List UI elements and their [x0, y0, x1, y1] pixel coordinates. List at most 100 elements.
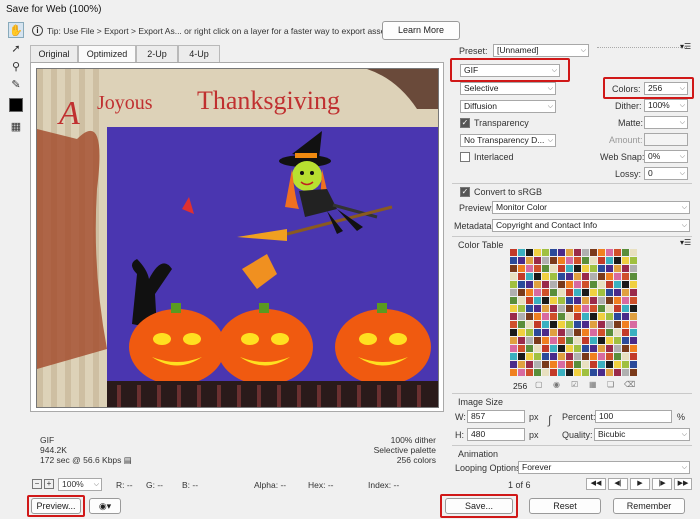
- color-swatch[interactable]: [582, 273, 589, 280]
- color-swatch[interactable]: [606, 257, 613, 264]
- color-swatch[interactable]: [550, 345, 557, 352]
- looping-select[interactable]: Forever: [518, 461, 690, 474]
- color-swatch[interactable]: [534, 265, 541, 272]
- color-swatch[interactable]: [534, 329, 541, 336]
- color-swatch[interactable]: [606, 329, 613, 336]
- lock-color-icon[interactable]: ☑: [571, 380, 578, 389]
- color-swatch[interactable]: [534, 361, 541, 368]
- color-swatch[interactable]: [598, 361, 605, 368]
- transparency-dither-select[interactable]: No Transparency D...: [460, 134, 556, 147]
- color-swatch[interactable]: [518, 305, 525, 312]
- color-swatch[interactable]: [622, 273, 629, 280]
- color-swatch[interactable]: [598, 329, 605, 336]
- color-swatch[interactable]: [510, 345, 517, 352]
- color-swatch[interactable]: [630, 273, 637, 280]
- color-swatch[interactable]: [598, 353, 605, 360]
- color-swatch[interactable]: [582, 297, 589, 304]
- color-swatch[interactable]: [542, 321, 549, 328]
- color-swatch[interactable]: [550, 281, 557, 288]
- constrain-link-icon[interactable]: ∫: [548, 413, 551, 427]
- color-swatch[interactable]: [558, 281, 565, 288]
- color-swatch[interactable]: [534, 249, 541, 256]
- color-swatch[interactable]: [574, 257, 581, 264]
- color-swatch[interactable]: [630, 289, 637, 296]
- color-swatch[interactable]: [534, 297, 541, 304]
- color-swatch[interactable]: [574, 345, 581, 352]
- color-swatch[interactable]: [526, 353, 533, 360]
- color-swatch[interactable]: [574, 273, 581, 280]
- color-swatch[interactable]: [598, 305, 605, 312]
- color-swatch[interactable]: [606, 369, 613, 376]
- interlaced-checkbox[interactable]: [460, 152, 470, 162]
- color-swatch[interactable]: [558, 249, 565, 256]
- color-swatch[interactable]: [590, 329, 597, 336]
- color-swatch[interactable]: [598, 345, 605, 352]
- color-swatch[interactable]: [526, 273, 533, 280]
- color-swatch[interactable]: [550, 353, 557, 360]
- color-swatch[interactable]: [614, 337, 621, 344]
- color-swatch[interactable]: [534, 281, 541, 288]
- color-swatch[interactable]: [534, 337, 541, 344]
- color-swatch[interactable]: [542, 361, 549, 368]
- color-swatch[interactable]: [518, 345, 525, 352]
- metadata-select[interactable]: Copyright and Contact Info: [492, 219, 690, 232]
- color-swatch[interactable]: [558, 289, 565, 296]
- color-swatch[interactable]: [510, 305, 517, 312]
- color-swatch[interactable]: [622, 257, 629, 264]
- color-swatch[interactable]: [614, 281, 621, 288]
- color-swatch[interactable]: [590, 305, 597, 312]
- color-swatch[interactable]: [558, 361, 565, 368]
- color-swatch[interactable]: [566, 257, 573, 264]
- color-swatch[interactable]: [542, 345, 549, 352]
- color-swatch[interactable]: [526, 281, 533, 288]
- color-swatch[interactable]: [566, 321, 573, 328]
- websnap-select[interactable]: 0%: [644, 150, 688, 163]
- color-swatch[interactable]: [598, 281, 605, 288]
- last-frame-icon[interactable]: ▶▶: [674, 478, 692, 490]
- color-swatch[interactable]: [614, 257, 621, 264]
- trash-icon[interactable]: ⌫: [624, 380, 635, 389]
- color-swatch[interactable]: [534, 369, 541, 376]
- color-swatch[interactable]: [526, 265, 533, 272]
- width-field[interactable]: 857: [467, 410, 525, 423]
- color-swatch[interactable]: [574, 289, 581, 296]
- color-swatch[interactable]: [542, 265, 549, 272]
- color-swatch[interactable]: [518, 257, 525, 264]
- color-swatch[interactable]: [510, 361, 517, 368]
- color-swatch[interactable]: [582, 281, 589, 288]
- next-frame-icon[interactable]: |▶: [652, 478, 672, 490]
- color-swatch[interactable]: [566, 281, 573, 288]
- zoom-in-icon[interactable]: +: [44, 479, 54, 489]
- zoom-level-select[interactable]: 100%: [58, 478, 102, 491]
- color-swatch[interactable]: [582, 345, 589, 352]
- color-swatch[interactable]: [630, 305, 637, 312]
- color-swatch[interactable]: [558, 369, 565, 376]
- color-swatch[interactable]: [518, 361, 525, 368]
- color-swatch[interactable]: [510, 337, 517, 344]
- color-swatch[interactable]: [542, 329, 549, 336]
- color-swatch[interactable]: [534, 353, 541, 360]
- color-swatch[interactable]: [550, 369, 557, 376]
- remember-button[interactable]: Remember: [613, 498, 685, 514]
- color-table-menu-icon[interactable]: ▾☰: [680, 238, 691, 247]
- color-swatch[interactable]: [518, 369, 525, 376]
- color-swatch[interactable]: [558, 257, 565, 264]
- color-swatch[interactable]: [598, 297, 605, 304]
- preset-select[interactable]: [Unnamed]: [493, 44, 589, 57]
- color-swatch[interactable]: [606, 313, 613, 320]
- color-swatch[interactable]: [518, 273, 525, 280]
- color-swatch[interactable]: [510, 321, 517, 328]
- color-swatch[interactable]: [630, 361, 637, 368]
- color-swatch[interactable]: [550, 289, 557, 296]
- color-swatch[interactable]: [542, 305, 549, 312]
- previous-frame-icon[interactable]: ◀|: [608, 478, 628, 490]
- color-swatch[interactable]: [622, 353, 629, 360]
- color-swatch[interactable]: [566, 273, 573, 280]
- color-swatch[interactable]: [574, 297, 581, 304]
- color-swatch[interactable]: [590, 297, 597, 304]
- color-swatch[interactable]: [630, 321, 637, 328]
- color-swatch[interactable]: [558, 273, 565, 280]
- zoom-tool-icon[interactable]: ⚲: [8, 58, 24, 74]
- color-swatch[interactable]: [542, 313, 549, 320]
- color-swatch[interactable]: [542, 337, 549, 344]
